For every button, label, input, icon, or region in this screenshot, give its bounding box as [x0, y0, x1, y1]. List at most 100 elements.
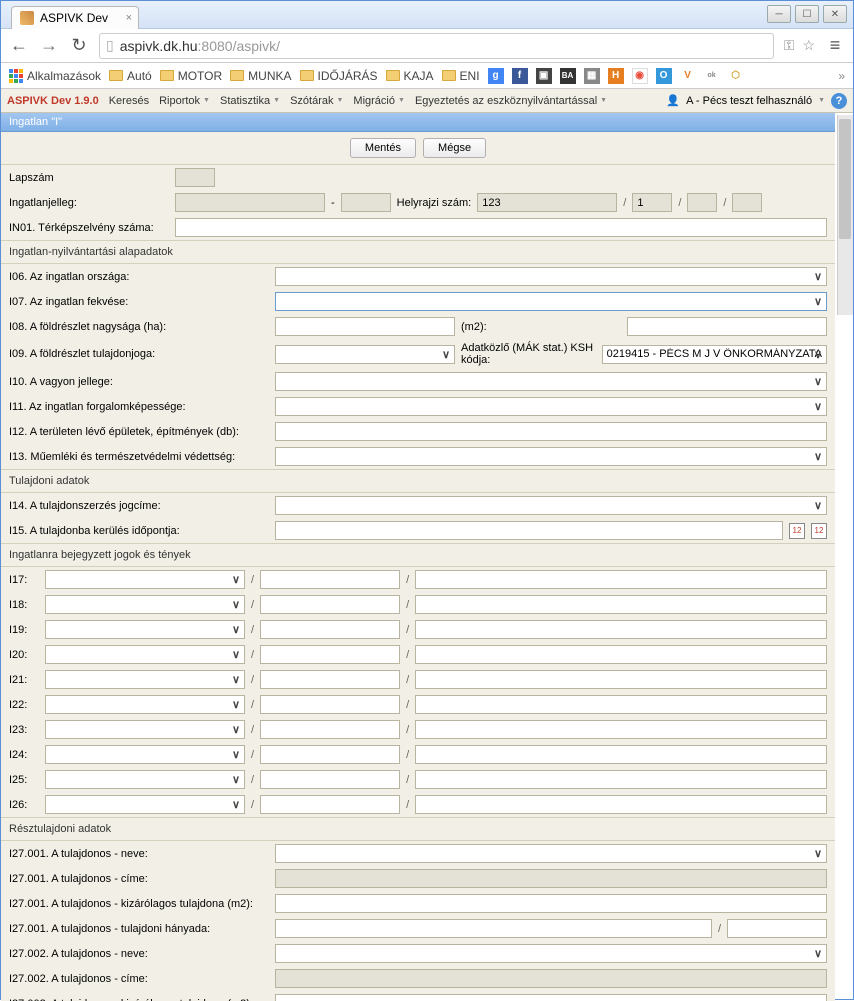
- facebook-icon[interactable]: f: [512, 68, 528, 84]
- input-jog-3-a[interactable]: [260, 645, 400, 664]
- input-owner1-m2[interactable]: [275, 894, 827, 913]
- close-icon[interactable]: ×: [126, 12, 132, 24]
- cube-icon[interactable]: ⬡: [728, 68, 744, 84]
- input-lapszam[interactable]: [175, 168, 215, 187]
- select-jog-5[interactable]: ∨: [45, 695, 245, 714]
- input-jog-7-a[interactable]: [260, 745, 400, 764]
- select-jog-4[interactable]: ∨: [45, 670, 245, 689]
- bookmark-folder[interactable]: KAJA: [386, 69, 434, 83]
- select-jog-6[interactable]: ∨: [45, 720, 245, 739]
- input-jog-9-b[interactable]: [415, 795, 827, 814]
- input-helyrajzi-2[interactable]: [632, 193, 672, 212]
- input-jog-0-a[interactable]: [260, 570, 400, 589]
- bookmark-folder[interactable]: Autó: [109, 69, 152, 83]
- dark-icon[interactable]: ▣: [536, 68, 552, 84]
- select-i09b[interactable]: 0219415 - PÉCS M J V ÖNKORMÁNYZATA∨: [602, 345, 827, 364]
- menu-icon[interactable]: ≡: [825, 35, 845, 56]
- apps-button[interactable]: Alkalmazások: [9, 69, 101, 83]
- input-jog-8-b[interactable]: [415, 770, 827, 789]
- ba-icon[interactable]: BA: [560, 68, 576, 84]
- select-jog-0[interactable]: ∨: [45, 570, 245, 589]
- input-jog-4-b[interactable]: [415, 670, 827, 689]
- target-icon[interactable]: ◉: [632, 68, 648, 84]
- input-jog-6-a[interactable]: [260, 720, 400, 739]
- input-jog-1-b[interactable]: [415, 595, 827, 614]
- save-button[interactable]: Mentés: [350, 138, 416, 158]
- input-jog-4-a[interactable]: [260, 670, 400, 689]
- input-jog-8-a[interactable]: [260, 770, 400, 789]
- url-input[interactable]: ▯ aspivk.dk.hu:8080/aspivk/: [99, 33, 774, 59]
- forward-icon[interactable]: →: [39, 35, 59, 56]
- input-jog-2-a[interactable]: [260, 620, 400, 639]
- input-jog-2-b[interactable]: [415, 620, 827, 639]
- select-jog-3[interactable]: ∨: [45, 645, 245, 664]
- input-owner1-addr[interactable]: [275, 869, 827, 888]
- select-jog-7[interactable]: ∨: [45, 745, 245, 764]
- bookmark-folder[interactable]: ENI: [442, 69, 480, 83]
- cancel-button[interactable]: Mégse: [423, 138, 486, 158]
- v-icon[interactable]: V: [680, 68, 696, 84]
- select-i07[interactable]: ∨: [275, 292, 827, 311]
- input-jog-1-a[interactable]: [260, 595, 400, 614]
- ok-icon[interactable]: ok: [704, 68, 720, 84]
- input-jog-9-a[interactable]: [260, 795, 400, 814]
- input-i15[interactable]: [275, 521, 783, 540]
- input-jog-6-b[interactable]: [415, 720, 827, 739]
- google-icon[interactable]: g: [488, 68, 504, 84]
- input-i12[interactable]: [275, 422, 827, 441]
- input-i08-m2[interactable]: [627, 317, 827, 336]
- input-owner2-addr[interactable]: [275, 969, 827, 988]
- input-jog-5-b[interactable]: [415, 695, 827, 714]
- select-i14[interactable]: ∨: [275, 496, 827, 515]
- select-jog-1[interactable]: ∨: [45, 595, 245, 614]
- help-icon[interactable]: ?: [831, 93, 847, 109]
- input-helyrajzi-1[interactable]: [477, 193, 617, 212]
- select-i13[interactable]: ∨: [275, 447, 827, 466]
- select-i09[interactable]: ∨: [275, 345, 455, 364]
- bookmark-folder[interactable]: IDŐJÁRÁS: [300, 69, 378, 83]
- maximize-icon[interactable]: ☐: [795, 5, 819, 23]
- select-i06[interactable]: ∨: [275, 267, 827, 286]
- o-icon[interactable]: O: [656, 68, 672, 84]
- select-owner1-name[interactable]: ∨: [275, 844, 827, 863]
- calendar-icon[interactable]: 12: [811, 523, 827, 539]
- menu-szotarak[interactable]: Szótárak▼: [290, 95, 343, 107]
- scrollbar[interactable]: [837, 115, 853, 315]
- input-jog-7-b[interactable]: [415, 745, 827, 764]
- overflow-icon[interactable]: »: [838, 69, 845, 83]
- menu-migracio[interactable]: Migráció▼: [353, 95, 405, 107]
- input-jog-5-a[interactable]: [260, 695, 400, 714]
- select-owner2-name[interactable]: ∨: [275, 944, 827, 963]
- menu-egyeztetes[interactable]: Egyeztetés az eszköznyilvántartással▼: [415, 95, 607, 107]
- minimize-icon[interactable]: ─: [767, 5, 791, 23]
- h-icon[interactable]: H: [608, 68, 624, 84]
- grid2-icon[interactable]: ▦: [584, 68, 600, 84]
- input-jog-0-b[interactable]: [415, 570, 827, 589]
- menu-riportok[interactable]: Riportok▼: [159, 95, 210, 107]
- bookmark-folder[interactable]: MOTOR: [160, 69, 222, 83]
- menu-statisztika[interactable]: Statisztika▼: [220, 95, 280, 107]
- select-i10[interactable]: ∨: [275, 372, 827, 391]
- input-i08-ha[interactable]: [275, 317, 455, 336]
- input-owner1-hany1[interactable]: [275, 919, 712, 938]
- input-in01[interactable]: [175, 218, 827, 237]
- select-i11[interactable]: ∨: [275, 397, 827, 416]
- calendar-icon[interactable]: 12: [789, 523, 805, 539]
- input-owner1-hany2[interactable]: [727, 919, 827, 938]
- browser-tab[interactable]: ASPIVK Dev ×: [11, 6, 139, 29]
- input-jog-3-b[interactable]: [415, 645, 827, 664]
- input-helyrajzi-3[interactable]: [687, 193, 717, 212]
- user-name[interactable]: A - Pécs teszt felhasználó: [686, 95, 812, 107]
- menu-kereses[interactable]: Keresés: [109, 95, 149, 107]
- input-ingatlanjelleg-2[interactable]: [341, 193, 391, 212]
- select-jog-2[interactable]: ∨: [45, 620, 245, 639]
- select-jog-9[interactable]: ∨: [45, 795, 245, 814]
- reload-icon[interactable]: ↻: [69, 35, 89, 56]
- select-jog-8[interactable]: ∨: [45, 770, 245, 789]
- bookmark-folder[interactable]: MUNKA: [230, 69, 291, 83]
- input-ingatlanjelleg-1[interactable]: [175, 193, 325, 212]
- back-icon[interactable]: ←: [9, 35, 29, 56]
- input-helyrajzi-4[interactable]: [732, 193, 762, 212]
- close-window-icon[interactable]: ✕: [823, 5, 847, 23]
- key-icon[interactable]: ⚿: [784, 37, 795, 54]
